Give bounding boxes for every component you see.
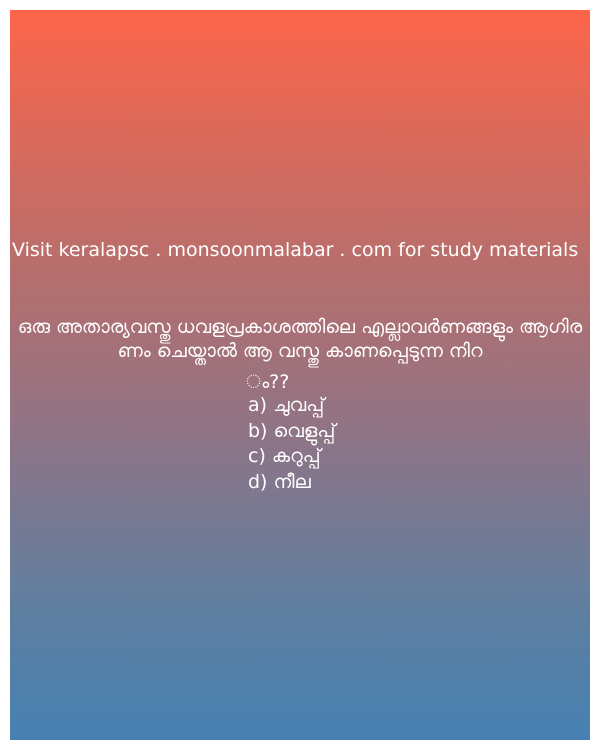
option-d: d) നീല xyxy=(248,470,335,496)
question-tail-text: ം?? xyxy=(246,371,290,393)
options-list: a) ചുവപ്പ് b) വെളുപ്പ് c) കറുപ്പ് d) നീല xyxy=(248,393,335,495)
option-text: കറുപ്പ് xyxy=(271,445,321,467)
option-a: a) ചുവപ്പ് xyxy=(248,393,335,419)
option-letter: b) xyxy=(248,419,268,442)
option-c: c) കറുപ്പ് xyxy=(248,444,335,470)
option-letter: a) xyxy=(248,394,268,416)
option-letter: c) xyxy=(248,445,266,467)
option-letter: d) xyxy=(248,470,268,493)
option-b: b) വെളുപ്പ് xyxy=(248,419,335,445)
option-text: വെളുപ്പ് xyxy=(273,419,336,442)
option-text: നീല xyxy=(273,470,311,493)
question-text: ഒരു അതാര്യവസ്തു ധവളപ്രകാശത്തിലെ എല്ലാവർണ… xyxy=(17,316,583,362)
quiz-card: Visit keralapsc . monsoonmalabar . com f… xyxy=(10,10,590,740)
option-text: ചുവപ്പ് xyxy=(273,394,325,416)
site-promo-text: Visit keralapsc . monsoonmalabar . com f… xyxy=(12,239,579,261)
